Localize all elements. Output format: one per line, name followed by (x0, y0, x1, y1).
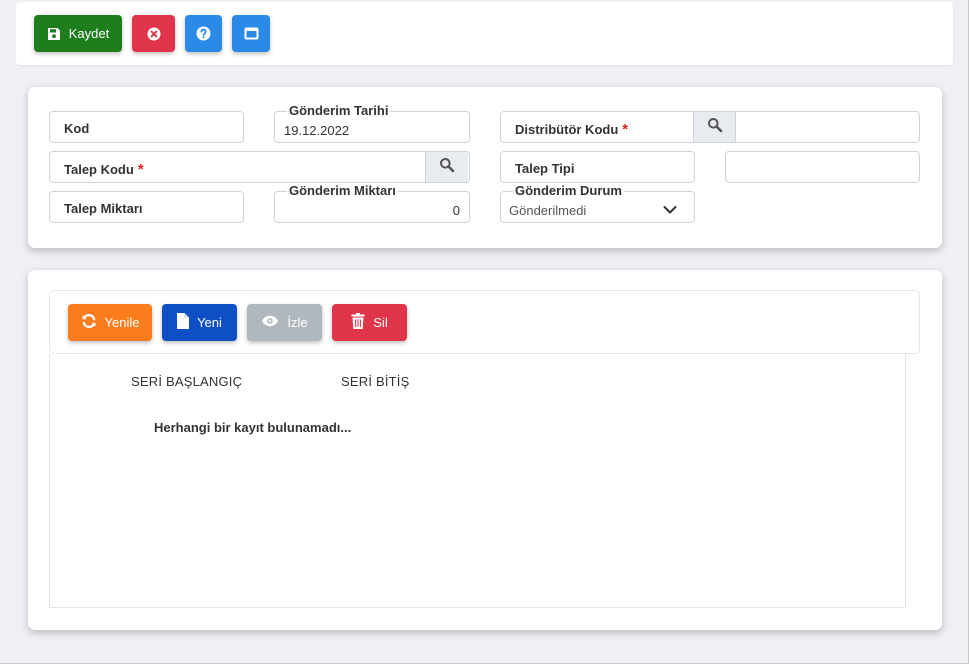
floppy-disk-icon (47, 27, 61, 41)
cancel-button[interactable] (132, 15, 175, 52)
refresh-icon (81, 313, 97, 332)
top-toolbar: Kaydet (16, 2, 953, 65)
distributor-kodu-field[interactable]: Distribütör Kodu * (500, 111, 920, 143)
view-button-label: İzle (287, 315, 308, 330)
required-mark: * (622, 121, 629, 138)
talep-kodu-label: Talep Kodu * (64, 161, 144, 178)
kod-field[interactable]: Kod (49, 111, 244, 143)
gonderim-miktari-label: Gönderim Miktarı (287, 183, 398, 199)
distributor-kodu-label: Distribütör Kodu * (515, 121, 629, 138)
talep-tipi-value-field[interactable] (725, 151, 920, 183)
column-header-seri-baslangic[interactable]: SERİ BAŞLANGIÇ (131, 374, 242, 389)
talep-miktari-field[interactable]: Talep Miktarı (49, 191, 244, 223)
empty-grid-message: Herhangi bir kayıt bulunamadı... (154, 420, 352, 435)
chevron-down-icon (663, 202, 677, 220)
refresh-button[interactable]: Yenile (68, 304, 152, 341)
talep-miktari-label: Talep Miktarı (64, 201, 143, 216)
gonderim-durum-label: Gönderim Durum (513, 183, 624, 199)
new-button[interactable]: Yeni (162, 304, 237, 341)
delete-button[interactable]: Sil (332, 304, 407, 341)
talep-kodu-search-button[interactable] (425, 152, 468, 182)
close-circle-icon (147, 27, 161, 41)
gonderim-miktari-field[interactable]: Gönderim Miktarı 0 (274, 183, 470, 223)
distributor-search-button[interactable] (693, 112, 736, 142)
gonderim-miktari-value: 0 (452, 203, 460, 218)
trash-icon (351, 313, 365, 332)
data-grid: SERİ BAŞLANGIÇ SERİ BİTİŞ Herhangi bir k… (49, 354, 906, 608)
gonderim-tarihi-value: 19.12.2022 (284, 123, 350, 138)
required-mark: * (137, 161, 144, 178)
eye-icon (261, 315, 279, 330)
grid-card: Yenile Yeni İzle Sil SERİ BAŞLANGIÇ SERİ… (28, 270, 942, 630)
view-button[interactable]: İzle (247, 304, 322, 341)
window-icon (244, 27, 259, 40)
question-circle-icon (196, 26, 211, 41)
search-icon (707, 117, 723, 138)
form-card: Kod Gönderim Tarihi 19.12.2022 Distribüt… (28, 87, 942, 248)
gonderim-tarihi-field[interactable]: Gönderim Tarihi 19.12.2022 (274, 103, 470, 143)
search-icon (439, 157, 455, 178)
gonderim-durum-value: Gönderilmedi (509, 203, 587, 218)
save-button[interactable]: Kaydet (34, 15, 122, 52)
gonderim-durum-select[interactable]: Gönderim Durum Gönderilmedi (500, 183, 695, 223)
gonderim-tarihi-label: Gönderim Tarihi (287, 103, 391, 119)
help-button[interactable] (185, 15, 222, 52)
talep-tipi-field[interactable]: Talep Tipi (500, 151, 695, 183)
new-button-label: Yeni (197, 315, 222, 330)
grid-toolbar: Yenile Yeni İzle Sil (49, 290, 920, 354)
kod-label: Kod (64, 121, 90, 136)
window-button[interactable] (232, 15, 270, 52)
save-button-label: Kaydet (68, 26, 110, 41)
column-header-seri-bitis[interactable]: SERİ BİTİŞ (341, 374, 409, 389)
delete-button-label: Sil (373, 315, 388, 330)
talep-kodu-field[interactable]: Talep Kodu * (49, 151, 470, 183)
file-icon (177, 313, 190, 332)
refresh-button-label: Yenile (104, 315, 140, 330)
talep-tipi-label: Talep Tipi (515, 161, 575, 176)
